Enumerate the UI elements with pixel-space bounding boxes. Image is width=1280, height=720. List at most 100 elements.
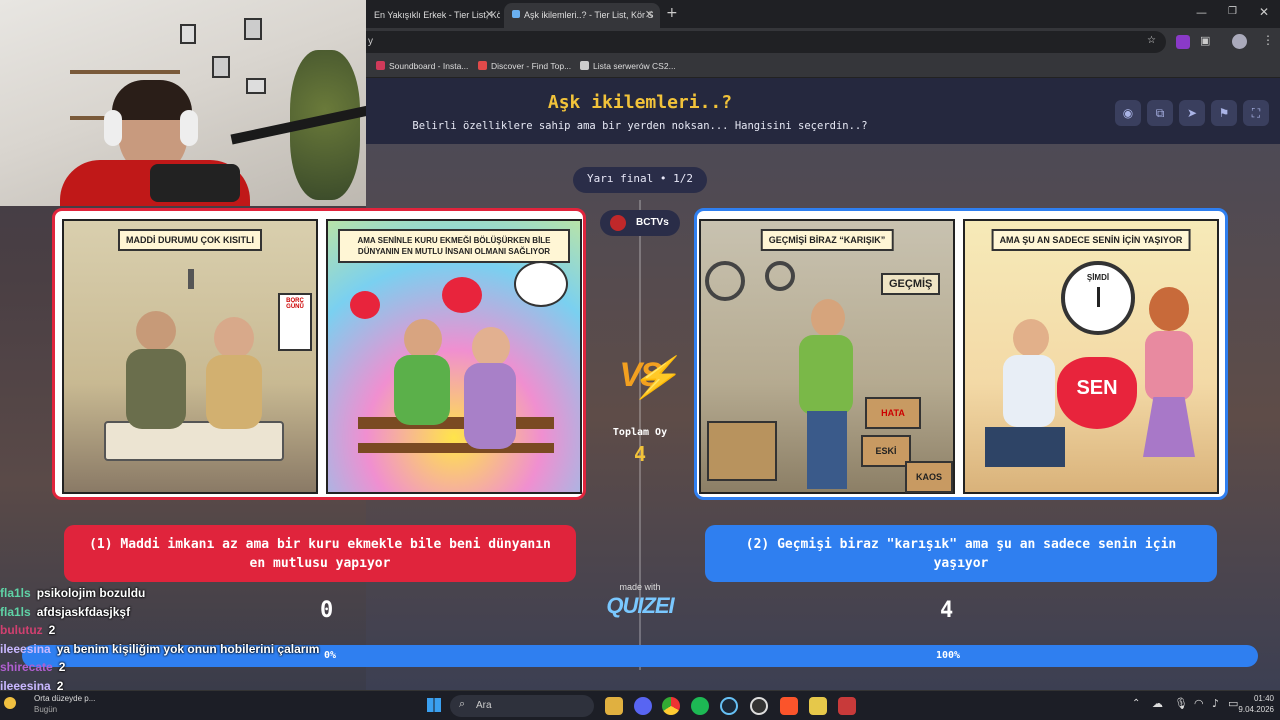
caption-left-1: MADDİ DURUMU ÇOK KISITLI xyxy=(118,229,262,251)
taskbar: Orta düzeyde p... Bugün ⌕ Ara ⌃ ☁ 🎙 ◠ ♪ … xyxy=(0,690,1280,720)
browser-tab[interactable]: En Yakışıklı Erkek - Tier List, Kör ✕ xyxy=(366,3,500,28)
puzzle-icon[interactable]: ▣ xyxy=(1200,34,1210,47)
quiz-title: Aşk ikilemleri..? xyxy=(547,92,733,113)
chat-line: fla1ls afdsjaskfdasjkşf xyxy=(0,605,130,619)
weather-sub: Bugün xyxy=(34,705,58,714)
chat-line: shirecate 2 xyxy=(0,660,65,674)
url-text: y xyxy=(368,36,373,47)
instagram-icon xyxy=(376,61,385,70)
share-icon[interactable]: ⧉ xyxy=(1147,100,1173,126)
quiz-subtitle: Belirli özelliklere sahip ama bir yerden… xyxy=(412,120,868,132)
caption-left-2: AMA SENİNLE KURU EKMEĞİ BÖLÜŞÜRKEN BİLE … xyxy=(338,229,570,263)
chat-line: bulutuz 2 xyxy=(0,623,55,637)
cs2-icon xyxy=(580,61,589,70)
discord-icon[interactable] xyxy=(634,697,652,715)
minimize-icon[interactable]: — xyxy=(1196,6,1207,19)
quizei-logo: QUIZEI xyxy=(606,593,674,618)
obs-icon[interactable] xyxy=(750,697,768,715)
windows-start-icon[interactable] xyxy=(427,698,441,712)
bookmark-star-icon[interactable]: ☆ xyxy=(1147,35,1156,46)
browser-tab-active[interactable]: Aşk ikilemleri..? - Tier List, Kör S ✕ xyxy=(504,3,660,28)
user-avatar xyxy=(610,215,626,231)
answer-button-right[interactable]: (2) Geçmişi biraz "karışık" ama şu an sa… xyxy=(705,525,1217,582)
tray-chevron-icon[interactable]: ⌃ xyxy=(1132,698,1140,709)
comic-panel-past: GEÇMİŞİ BİRAZ “KARIŞIK” GEÇMİŞ HATA ESKİ… xyxy=(699,219,955,494)
weather-text[interactable]: Orta düzeyde p... xyxy=(34,694,95,703)
restore-icon[interactable]: ❐ xyxy=(1228,6,1237,17)
send-icon[interactable]: ➤ xyxy=(1179,100,1205,126)
chat-username: fla1ls xyxy=(0,586,31,600)
option-card-right[interactable]: GEÇMİŞİ BİRAZ “KARIŞIK” GEÇMİŞ HATA ESKİ… xyxy=(694,208,1228,500)
made-with-label: made with xyxy=(619,582,661,592)
steam-icon[interactable] xyxy=(720,697,738,715)
box-kaos: KAOS xyxy=(905,461,953,493)
address-bar[interactable]: y ☆ xyxy=(366,31,1166,53)
caption-right-2: AMA ŞU AN SADECE SENİN İÇİN YAŞIYOR xyxy=(991,229,1191,251)
box-hata: HATA xyxy=(865,397,921,429)
taskbar-search[interactable]: ⌕ Ara xyxy=(450,695,594,717)
menu-icon[interactable]: ⋮ xyxy=(1262,33,1274,47)
mic-icon[interactable]: 🎙 xyxy=(1174,697,1188,710)
calendar: BORÇ GÜNÜ xyxy=(278,293,312,351)
close-tab-icon[interactable]: ✕ xyxy=(485,8,494,21)
extension-icon[interactable] xyxy=(1176,35,1190,49)
bookmarks-bar: Soundboard - Insta... Discover - Find To… xyxy=(366,56,1280,78)
address-bar-row: y ☆ ▣ ⋮ xyxy=(366,28,1280,56)
chat-username: bulutuz xyxy=(0,623,43,637)
past-sign: GEÇMİŞ xyxy=(881,273,941,295)
chat-message: 2 xyxy=(58,660,66,674)
comic-panel-happy: AMA SENİNLE KURU EKMEĞİ BÖLÜŞÜRKEN BİLE … xyxy=(326,219,582,494)
app-icon[interactable] xyxy=(809,697,827,715)
percent-right: 100% xyxy=(936,650,961,661)
chat-message: psikolojim bozuldu xyxy=(36,586,146,600)
lightning-icon: ⚡ xyxy=(630,356,680,400)
chat-username: ileeesina xyxy=(0,641,51,656)
chat-username: shirecate xyxy=(0,660,53,674)
caption-right-1: GEÇMİŞİ BİRAZ “KARIŞIK” xyxy=(760,229,894,251)
file-explorer-icon[interactable] xyxy=(605,697,623,715)
discover-icon xyxy=(478,61,487,70)
answer-button-left[interactable]: (1) Maddi imkanı az ama bir kuru ekmekle… xyxy=(64,525,576,582)
cloud-icon[interactable]: ☁ xyxy=(1152,697,1163,710)
spotify-icon[interactable] xyxy=(691,697,709,715)
weather-icon xyxy=(4,697,16,709)
user-badge: BCTVs xyxy=(600,210,680,236)
chat-line: ileeesina ya benim kişiliğim yok onun hob… xyxy=(0,642,319,656)
new-tab-button[interactable]: + xyxy=(666,5,678,21)
total-votes-label: Toplam Oy xyxy=(612,427,668,438)
round-badge: Yarı final • 1/2 xyxy=(573,167,707,193)
brave-icon[interactable] xyxy=(780,697,798,715)
close-window-icon[interactable]: ✕ xyxy=(1259,5,1269,19)
profile-avatar[interactable] xyxy=(1232,34,1247,49)
chat-message: ya benim kişiliğim yok onun hobilerini ç… xyxy=(56,641,320,656)
clock-date[interactable]: 9.04.2026 xyxy=(1226,705,1274,714)
fullscreen-icon[interactable]: ⛶ xyxy=(1243,100,1269,126)
comic-panel-now: AMA ŞU AN SADECE SENİN İÇİN YAŞIYOR ŞİMD… xyxy=(963,219,1219,494)
option-card-left[interactable]: MADDİ DURUMU ÇOK KISITLI BORÇ GÜNÜ AMA S… xyxy=(52,208,586,500)
bookmark-discover[interactable]: Discover - Find Top... xyxy=(478,61,571,71)
box-eski: ESKİ xyxy=(861,435,911,467)
wifi-icon[interactable]: ◠ xyxy=(1194,697,1204,710)
flag-icon[interactable]: ⚑ xyxy=(1211,100,1237,126)
microphone xyxy=(150,164,240,202)
eye-icon[interactable]: ◉ xyxy=(1115,100,1141,126)
clock: ŞİMDİ xyxy=(1061,261,1135,335)
chat-message: 2 xyxy=(48,623,56,637)
tab-favicon xyxy=(512,10,520,18)
total-votes-value: 4 xyxy=(633,442,647,466)
game-icon[interactable] xyxy=(838,697,856,715)
vs-emblem: VS ⚡ xyxy=(619,356,679,400)
chrome-icon[interactable] xyxy=(662,697,680,715)
webcam-overlay xyxy=(0,0,366,206)
bookmark-cs2[interactable]: Lista serwerów CS2... xyxy=(580,61,676,71)
chat-message: afdsjaskfdasjkşf xyxy=(36,604,131,619)
chat-username: fla1ls xyxy=(0,604,31,619)
heart-sen: SEN xyxy=(1057,357,1137,429)
comic-panel-poor: MADDİ DURUMU ÇOK KISITLI BORÇ GÜNÜ xyxy=(62,219,318,494)
vote-count-right: 4 xyxy=(940,598,954,623)
volume-icon[interactable]: ♪ xyxy=(1212,697,1219,710)
clock-time[interactable]: 01:40 xyxy=(1238,694,1274,703)
close-tab-icon[interactable]: ✕ xyxy=(645,8,654,21)
browser-tab-strip: En Yakışıklı Erkek - Tier List, Kör ✕ Aşk… xyxy=(366,0,1280,28)
bookmark-soundboard[interactable]: Soundboard - Insta... xyxy=(376,61,468,71)
